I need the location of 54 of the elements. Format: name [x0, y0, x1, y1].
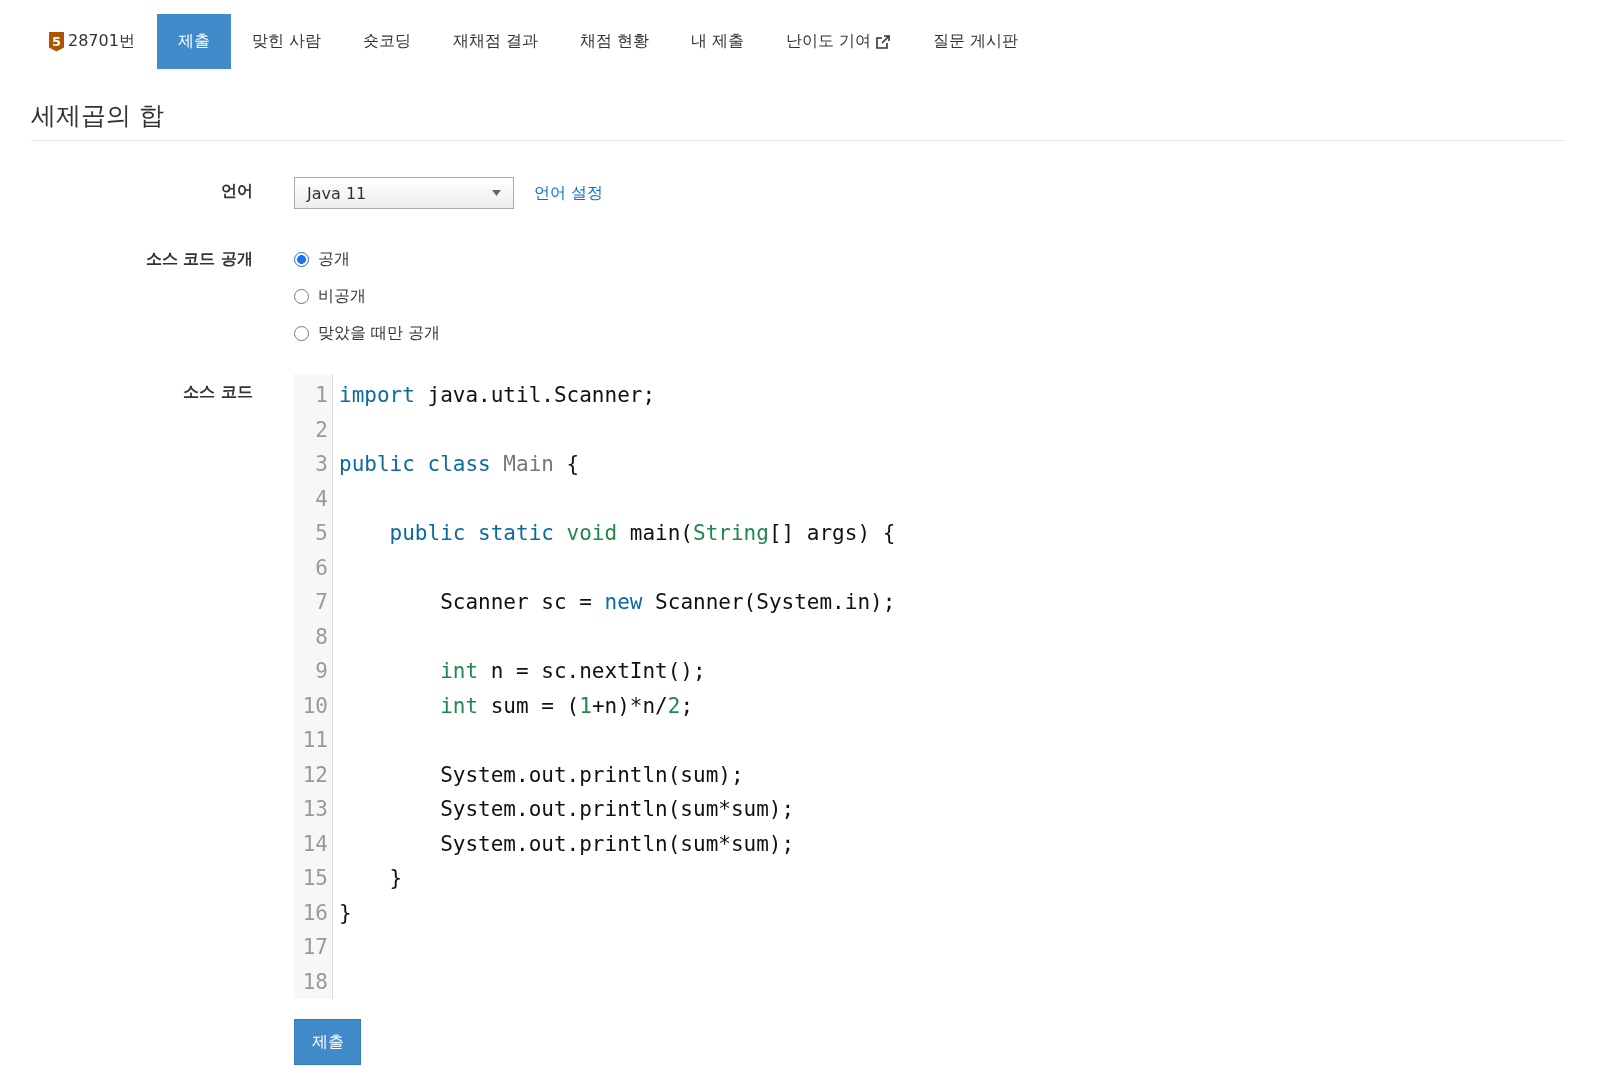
- level-badge: 5: [49, 31, 64, 52]
- radio-label: 맞았을 때만 공개: [318, 323, 441, 344]
- nav-tab[interactable]: 숏코딩: [342, 14, 432, 69]
- line-number: 5: [314, 520, 329, 547]
- submit-button[interactable]: 제출: [294, 1019, 361, 1065]
- line-number: 9: [314, 658, 329, 685]
- nav-tab[interactable]: 제출: [156, 14, 231, 69]
- radio-label: 비공개: [318, 286, 366, 307]
- code-line: Scanner sc = new Scanner(System.in);: [439, 589, 896, 616]
- language-settings-link[interactable]: 언어 설정: [534, 182, 604, 204]
- nav-tab[interactable]: 질문 게시판: [912, 14, 1040, 69]
- code-line: System.out.println(sum);: [439, 761, 745, 789]
- external-link-icon: [875, 33, 892, 50]
- line-number: 12: [301, 761, 329, 789]
- line-number: 3: [314, 451, 329, 478]
- line-number: 11: [301, 727, 329, 754]
- radio-button[interactable]: [294, 289, 309, 304]
- nav-tab[interactable]: 맞힌 사람: [230, 14, 342, 69]
- line-number: 2: [314, 416, 329, 444]
- code-line: }: [339, 899, 353, 927]
- code-line: int sum = (1+n)*n/2;: [439, 692, 695, 720]
- radio-button[interactable]: [294, 326, 309, 341]
- line-number: 13: [301, 796, 329, 823]
- code-line: System.out.println(sum*sum);: [439, 830, 796, 858]
- code-line: import java.util.Scanner;: [339, 382, 657, 409]
- line-number: 17: [301, 934, 329, 961]
- code-line: System.out.println(sum*sum);: [439, 796, 796, 823]
- line-number: 14: [301, 830, 329, 858]
- line-number: 8: [314, 623, 329, 651]
- code-line: int n = sc.nextInt();: [439, 658, 707, 685]
- line-number: 7: [314, 589, 329, 616]
- line-number: 4: [314, 485, 329, 513]
- nav-tab[interactable]: 내 제출: [670, 14, 766, 69]
- page-title: 세제곱의 합: [31, 99, 1565, 141]
- caret-icon: [492, 190, 501, 196]
- radio-label: 공개: [318, 249, 350, 270]
- line-number: 10: [301, 692, 329, 720]
- code-line: public static void main(String[] args) {: [388, 520, 896, 547]
- problem-number: 28701번: [68, 31, 135, 52]
- line-number: 16: [301, 899, 329, 927]
- nav-tab[interactable]: 채점 현황: [559, 14, 671, 69]
- line-number: 15: [301, 865, 329, 892]
- radio-button[interactable]: [294, 252, 309, 267]
- language-select[interactable]: Java 11: [294, 177, 514, 209]
- nav-tab[interactable]: 재채점 결과: [432, 14, 560, 69]
- code-line: }: [388, 865, 404, 892]
- line-number: 1: [314, 382, 329, 409]
- line-number: 18: [301, 968, 329, 996]
- field-label: 소스 코드 공개: [145, 249, 253, 270]
- field-label: 소스 코드: [183, 381, 253, 403]
- field-label: 언어: [221, 180, 253, 202]
- nav-tab[interactable]: 난이도 기여: [765, 14, 913, 69]
- code-line: public class Main {: [339, 451, 581, 478]
- line-number: 6: [314, 554, 329, 582]
